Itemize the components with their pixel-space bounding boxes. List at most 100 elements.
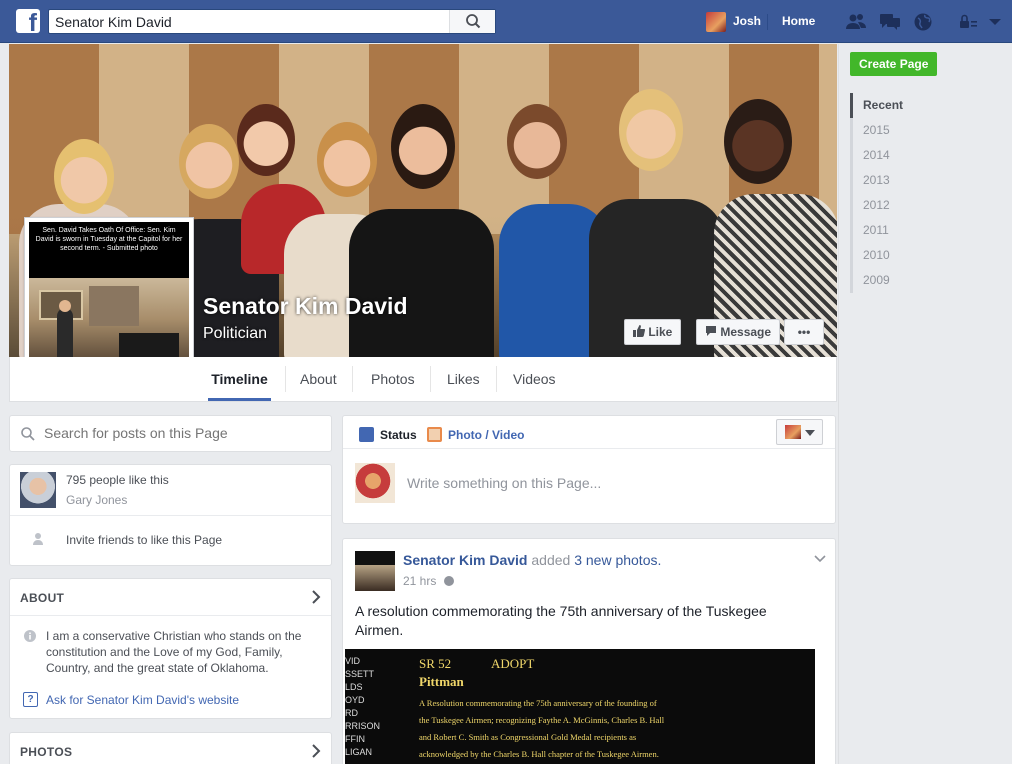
post-as-selector[interactable] xyxy=(776,419,823,445)
global-search-input[interactable] xyxy=(55,13,445,31)
photo-video-tab-label: Photo / Video xyxy=(448,428,525,442)
top-navigation-bar: f Josh Home xyxy=(0,0,1012,43)
cover-person-head xyxy=(724,99,792,184)
page-search-input[interactable] xyxy=(44,425,324,441)
post-action-text: added xyxy=(531,552,571,568)
chevron-right-icon[interactable] xyxy=(311,590,321,604)
create-page-button[interactable]: Create Page xyxy=(850,52,938,76)
topbar-divider xyxy=(767,14,768,30)
tab-likes[interactable]: Likes xyxy=(447,357,480,401)
photos-section-header[interactable]: PHOTOS xyxy=(20,745,72,759)
cover-person-head xyxy=(619,89,683,171)
post-options-chevron-down-icon[interactable] xyxy=(814,555,826,563)
like-button-label: Like xyxy=(648,325,673,339)
cover-person-head xyxy=(237,104,295,176)
board-bill-status: ADOPT xyxy=(491,656,535,671)
year-nav-item[interactable]: 2012 xyxy=(850,193,1000,218)
board-bill-number: SR 52 xyxy=(419,656,452,671)
cover-person-head xyxy=(507,104,567,179)
board-names-column: VID SSETT LDS OYD RD RRISON FFIN LIGAN xyxy=(345,655,397,759)
home-link[interactable]: Home xyxy=(782,14,815,28)
composer-status-tab[interactable]: Status xyxy=(359,427,417,442)
right-rail: Create Page Recent 2015 2014 2013 2012 2… xyxy=(838,44,1012,764)
board-line: the Tuskegee Airmen; recognizing Faythe … xyxy=(419,715,665,725)
chevron-right-icon[interactable] xyxy=(311,744,321,758)
chevron-down-icon xyxy=(805,430,815,436)
year-nav-item[interactable]: 2011 xyxy=(850,218,1000,243)
board-sponsor: Pittman xyxy=(419,674,464,689)
profile-picture-caption: Sen. David Takes Oath Of Office: Sen. Ki… xyxy=(29,222,189,278)
tab-about[interactable]: About xyxy=(300,357,337,401)
user-name-link[interactable]: Josh xyxy=(733,14,761,28)
board-name: SSETT xyxy=(345,669,375,679)
account-menu-chevron-down-icon[interactable] xyxy=(984,12,1002,32)
tab-timeline[interactable]: Timeline xyxy=(208,357,271,401)
message-bubble-icon xyxy=(706,326,716,336)
page-post-search[interactable] xyxy=(9,415,332,452)
audience-globe-icon xyxy=(443,576,454,586)
year-nav-item[interactable]: 2014 xyxy=(850,143,1000,168)
tab-divider xyxy=(496,366,497,392)
facebook-logo-icon[interactable]: f xyxy=(16,9,40,33)
post-action-link[interactable]: 3 new photos. xyxy=(574,552,661,568)
likes-count-text[interactable]: 795 people like this xyxy=(66,473,169,487)
year-nav-item[interactable]: 2009 xyxy=(850,268,1000,293)
board-line: A Resolution commemorating the 75th anni… xyxy=(419,698,657,708)
liker-name[interactable]: Gary Jones xyxy=(66,493,127,507)
friend-requests-icon[interactable] xyxy=(845,12,867,32)
pencil-icon xyxy=(359,427,374,442)
search-button[interactable] xyxy=(449,10,495,33)
liker-avatar[interactable] xyxy=(20,472,56,508)
tab-divider xyxy=(285,366,286,392)
post-timestamp[interactable]: 21 hrs xyxy=(403,574,454,588)
board-name: OYD xyxy=(345,695,365,705)
user-avatar[interactable] xyxy=(706,12,726,32)
post-author-avatar[interactable] xyxy=(355,551,395,591)
status-tab-label: Status xyxy=(380,428,417,442)
board-name: LIGAN xyxy=(345,747,373,757)
invite-friends-link[interactable]: Invite friends to like this Page xyxy=(66,533,222,547)
tab-photos[interactable]: Photos xyxy=(371,357,415,401)
post-photo[interactable]: VID SSETT LDS OYD RD RRISON FFIN LIGAN S… xyxy=(345,649,815,764)
notifications-globe-icon[interactable] xyxy=(912,12,934,32)
post-author-link[interactable]: Senator Kim David xyxy=(403,552,527,568)
about-section-header[interactable]: ABOUT xyxy=(20,591,64,605)
board-line: acknowledged by the Charles B. Hall chap… xyxy=(419,749,659,759)
year-nav-item[interactable]: Recent xyxy=(850,93,1000,118)
about-description: I am a conservative Christian who stands… xyxy=(46,629,302,675)
year-nav-item[interactable]: 2015 xyxy=(850,118,1000,143)
info-icon xyxy=(24,630,36,642)
tab-videos[interactable]: Videos xyxy=(513,357,556,401)
cover-person xyxy=(349,209,494,357)
composer-input[interactable]: Write something on this Page... xyxy=(407,475,601,491)
timeline-post: Senator Kim David added 3 new photos. 21… xyxy=(342,538,836,764)
board-name: RD xyxy=(345,708,358,718)
page-category: Politician xyxy=(203,325,268,342)
year-nav-item[interactable]: 2013 xyxy=(850,168,1000,193)
tab-divider xyxy=(430,366,431,392)
ask-website-link[interactable]: Ask for Senator Kim David's website xyxy=(46,693,239,707)
messages-icon[interactable] xyxy=(879,12,901,32)
photos-card: PHOTOS xyxy=(9,732,332,764)
tab-divider xyxy=(352,366,353,392)
page-title: Senator Kim David xyxy=(203,293,408,319)
cover-person-head xyxy=(179,124,239,199)
post-header: Senator Kim David added 3 new photos. xyxy=(403,552,661,568)
global-search-box[interactable] xyxy=(48,9,496,34)
page-tabs-bar: Timeline About Photos Likes Videos xyxy=(9,357,837,402)
search-icon xyxy=(21,427,35,441)
about-card: ABOUT I am a conservative Christian who … xyxy=(9,578,332,719)
composer-photo-video-tab[interactable]: Photo / Video xyxy=(427,427,524,442)
board-name: VID xyxy=(345,656,361,666)
more-options-button[interactable]: ••• xyxy=(784,319,824,345)
photo-icon xyxy=(427,427,442,442)
composer-avatar xyxy=(355,463,395,503)
message-button[interactable]: Message xyxy=(696,319,781,345)
year-nav-item[interactable]: 2010 xyxy=(850,243,1000,268)
cover-person-head xyxy=(54,139,114,214)
privacy-shortcuts-icon[interactable] xyxy=(957,12,979,32)
board-name: LDS xyxy=(345,682,363,692)
search-icon xyxy=(466,14,481,29)
like-page-button[interactable]: Like xyxy=(624,319,682,345)
board-line: and Robert C. Smith as Congressional Gol… xyxy=(419,732,637,742)
